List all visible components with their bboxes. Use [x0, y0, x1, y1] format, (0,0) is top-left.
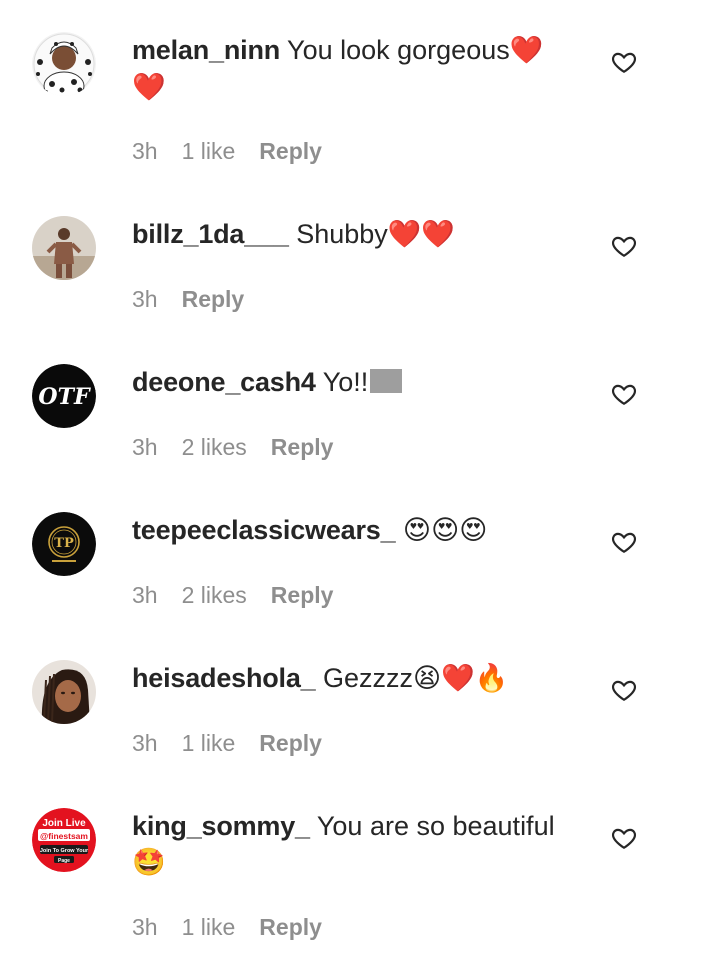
avatar[interactable]: TP	[32, 512, 96, 576]
like-heart-icon[interactable]	[610, 48, 638, 76]
comment-meta: 3h Reply	[132, 286, 244, 313]
avatar[interactable]	[32, 660, 96, 724]
star-struck-emoji: 🤩	[132, 847, 166, 878]
person-photo-avatar-icon	[32, 216, 96, 280]
avatar[interactable]	[32, 32, 96, 96]
svg-text:TP: TP	[54, 536, 74, 551]
comment-time: 3h	[132, 138, 158, 164]
svg-text:Join To Grow Your: Join To Grow Your	[40, 848, 89, 854]
join-live-promo-avatar-icon: Join Live @finestsam Join To Grow Your P…	[32, 808, 96, 872]
comment-likes[interactable]: 2 likes	[182, 434, 247, 461]
comment-username[interactable]: billz_1da___	[132, 219, 289, 249]
comment-meta: 3h 1 like Reply	[132, 730, 322, 757]
comment-time: 3h	[132, 434, 158, 460]
reply-button[interactable]: Reply	[182, 286, 245, 313]
comment-message: You look gorgeous	[287, 35, 510, 65]
tp-gold-logo-avatar-icon: TP	[32, 512, 96, 576]
reply-button[interactable]: Reply	[271, 434, 334, 461]
like-heart-icon[interactable]	[610, 824, 638, 852]
comment-likes[interactable]: 1 like	[182, 914, 236, 941]
svg-text:Page: Page	[58, 858, 70, 864]
comment-meta: 3h 2 likes Reply	[132, 434, 333, 461]
heart-eyes-emoji: 😍😍😍	[402, 515, 488, 546]
dalmatian-outfit-avatar-icon	[32, 32, 96, 96]
comment-likes[interactable]: 1 like	[182, 730, 236, 757]
reply-button[interactable]: Reply	[259, 914, 322, 941]
comment-username[interactable]: heisadeshola_	[132, 663, 316, 693]
reply-button[interactable]: Reply	[271, 582, 334, 609]
like-heart-icon[interactable]	[610, 528, 638, 556]
comment-text: heisadeshola_ Gezzzz😫❤️🔥	[132, 660, 572, 697]
comment-message: You are so beautiful	[316, 811, 555, 841]
otf-logo-avatar-icon: OTF	[32, 364, 96, 428]
svg-text:Join Live: Join Live	[42, 818, 86, 829]
comment-message: Shubby	[296, 219, 388, 249]
svg-text:@finestsam: @finestsam	[40, 831, 88, 841]
comment-message: Gezzzz	[323, 663, 414, 693]
comment-time: 3h	[132, 286, 158, 312]
comment-username[interactable]: king_sommy_	[132, 811, 310, 841]
comment-meta: 3h 2 likes Reply	[132, 582, 333, 609]
comment-text: teepeeclassicwears_ 😍😍😍	[132, 512, 572, 549]
like-heart-icon[interactable]	[610, 232, 638, 260]
comment-text: billz_1da___ Shubby❤️❤️	[132, 216, 572, 253]
comment-username[interactable]: melan_ninn	[132, 35, 280, 65]
redacted-emoji	[370, 369, 403, 393]
comment-text: melan_ninn You look gorgeous❤️❤️	[132, 32, 572, 106]
comment-username[interactable]: teepeeclassicwears_	[132, 515, 396, 545]
avatar[interactable]: Join Live @finestsam Join To Grow Your P…	[32, 808, 96, 872]
avatar[interactable]	[32, 216, 96, 280]
comment-likes[interactable]: 1 like	[182, 138, 236, 165]
comment-time: 3h	[132, 582, 158, 608]
heart-emoji: ❤️❤️	[387, 219, 456, 250]
comment-likes[interactable]: 2 likes	[182, 582, 247, 609]
comment-username[interactable]: deeone_cash4	[132, 367, 316, 397]
comment-text: deeone_cash4 Yo!!	[132, 364, 572, 400]
person-photo-avatar-icon	[32, 660, 96, 724]
svg-text:OTF: OTF	[38, 384, 91, 410]
like-heart-icon[interactable]	[610, 676, 638, 704]
comment-meta: 3h 1 like Reply	[132, 138, 322, 165]
comment-time: 3h	[132, 730, 158, 756]
reply-button[interactable]: Reply	[259, 730, 322, 757]
comment-time: 3h	[132, 914, 158, 940]
comment-meta: 3h 1 like Reply	[132, 914, 322, 941]
comment-message: Yo!!	[322, 367, 369, 397]
like-heart-icon[interactable]	[610, 380, 638, 408]
emoji-reactions: 😫❤️🔥	[413, 663, 509, 694]
comment-text: king_sommy_ You are so beautiful 🤩	[132, 808, 572, 881]
reply-button[interactable]: Reply	[259, 138, 322, 165]
avatar[interactable]: OTF	[32, 364, 96, 428]
